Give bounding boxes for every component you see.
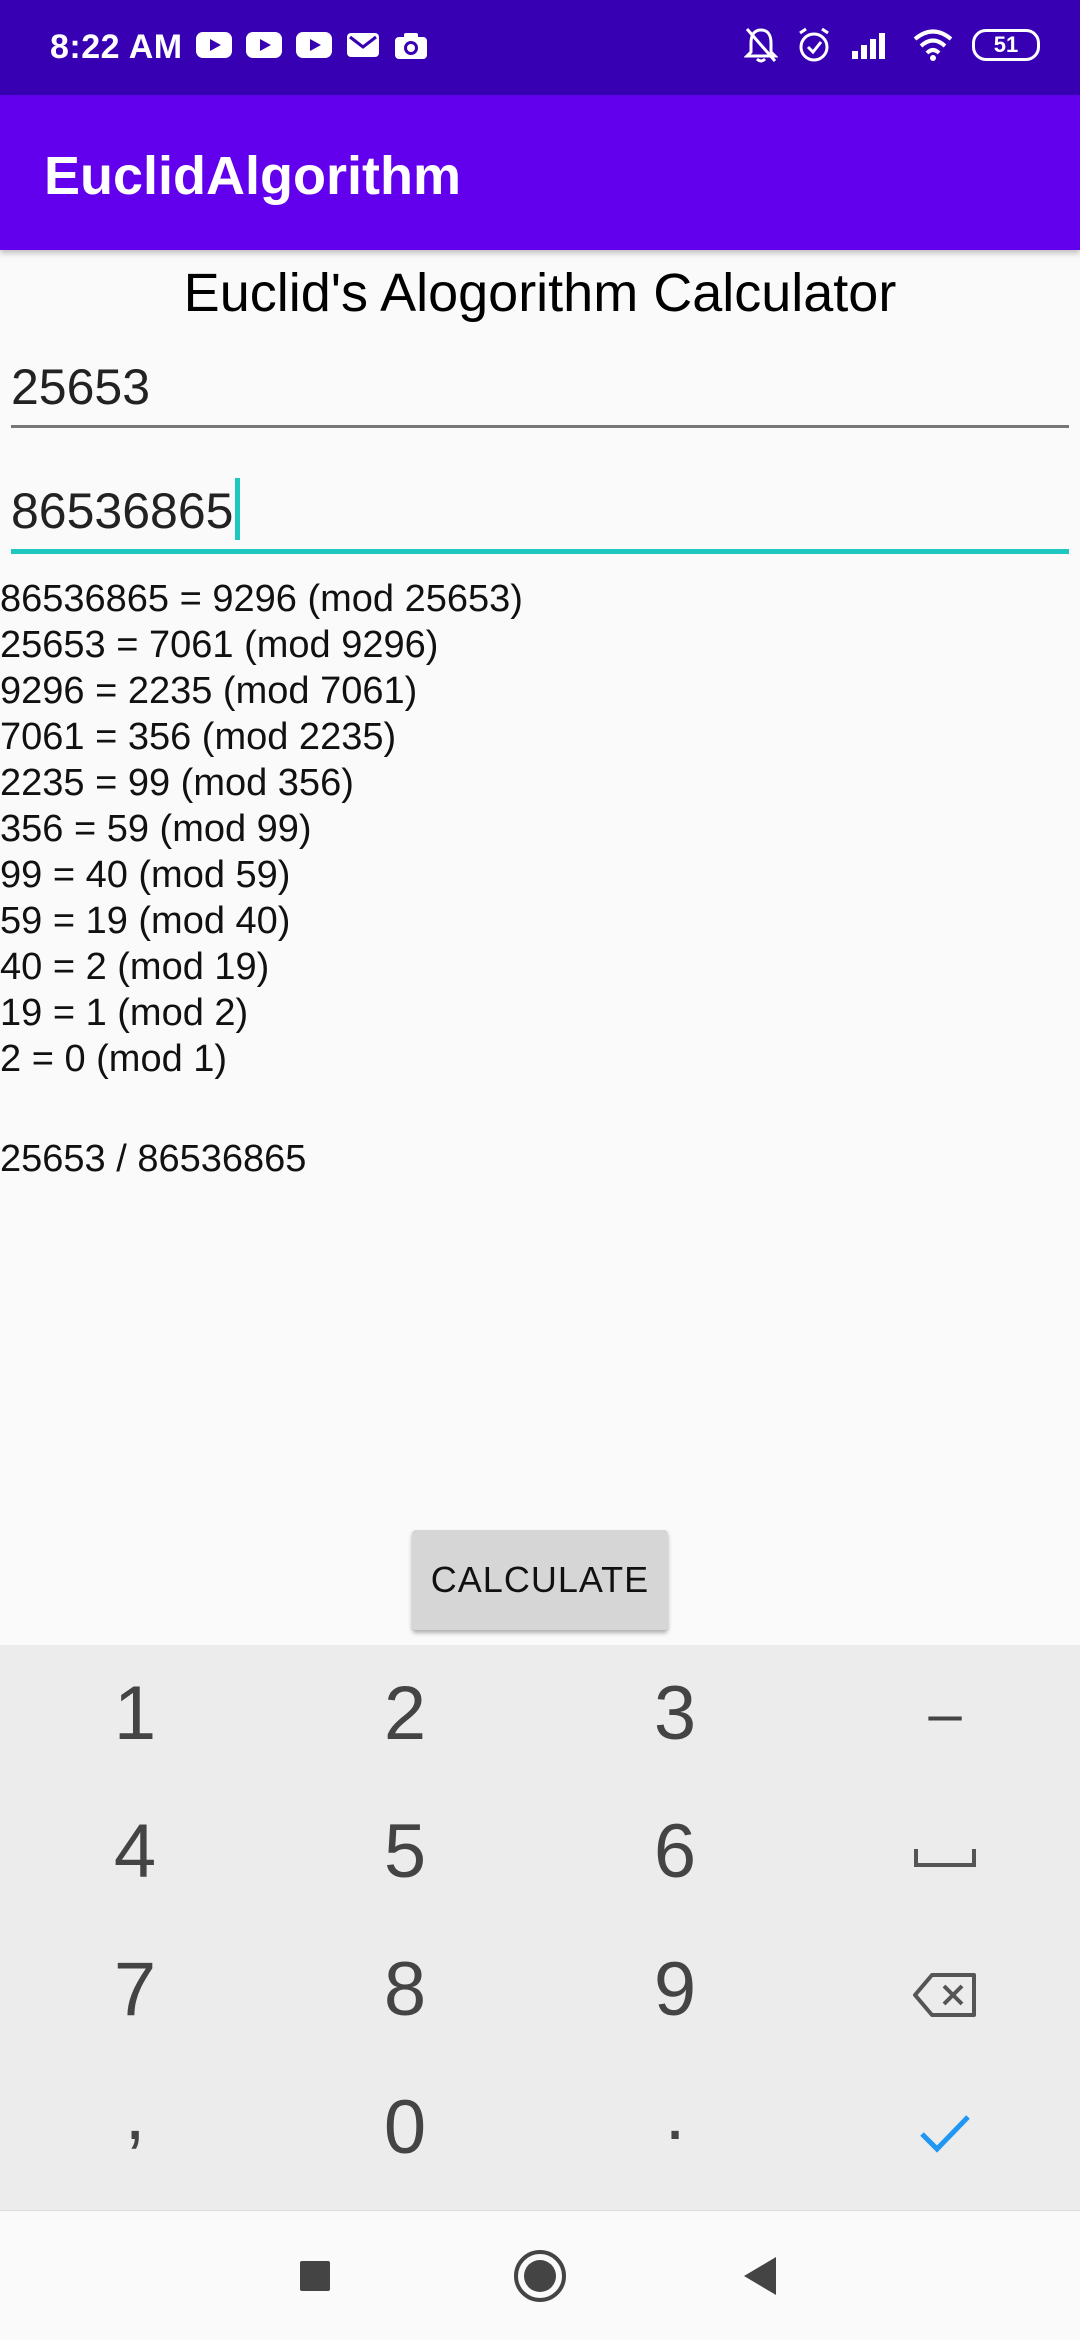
- status-bar: 8:22 AM 51: [0, 0, 1080, 95]
- youtube-icon: [196, 32, 232, 58]
- battery-icon: 51: [972, 29, 1040, 61]
- bell-off-icon: [744, 28, 778, 63]
- step-line: 99 = 40 (mod 59): [0, 854, 291, 896]
- status-time: 8:22 AM: [50, 28, 183, 66]
- app-bar: EuclidAlgorithm: [0, 95, 1080, 250]
- app-title: EuclidAlgorithm: [44, 146, 461, 206]
- steps-output: 86536865 = 9296 (mod 25653) 25653 = 7061…: [0, 576, 523, 1082]
- checkmark-icon: [920, 2115, 970, 2153]
- key-comma[interactable]: ,: [0, 2059, 270, 2197]
- step-line: 2235 = 99 (mod 356): [0, 762, 354, 804]
- step-line: 356 = 59 (mod 99): [0, 808, 312, 850]
- navigation-bar: [0, 2210, 1080, 2340]
- key-period[interactable]: .: [540, 2059, 810, 2197]
- step-line: 9296 = 2235 (mod 7061): [0, 670, 418, 712]
- wifi-icon: [913, 29, 953, 61]
- second-number-input[interactable]: 86536865: [11, 478, 1069, 554]
- backspace-icon: [913, 1972, 976, 2017]
- key-2[interactable]: 2: [270, 1645, 540, 1783]
- key-minus[interactable]: –: [810, 1645, 1080, 1783]
- step-line: 2 = 0 (mod 1): [0, 1038, 228, 1080]
- back-triangle-icon: [744, 2257, 776, 2295]
- key-backspace[interactable]: [810, 1921, 1080, 2059]
- key-4[interactable]: 4: [0, 1783, 270, 1921]
- alarm-icon: [799, 27, 829, 62]
- step-line: 25653 = 7061 (mod 9296): [0, 624, 439, 666]
- numeric-keyboard: 1 2 3 – 4 5 6 7 8 9 , 0 .: [0, 1645, 1080, 2210]
- calculate-button[interactable]: CALCULATE: [412, 1530, 668, 1630]
- notification-icons: [196, 32, 428, 60]
- step-line: 59 = 19 (mod 40): [0, 900, 291, 942]
- key-done[interactable]: [810, 2059, 1080, 2197]
- gmail-icon: [347, 33, 379, 57]
- key-5[interactable]: 5: [270, 1783, 540, 1921]
- system-icons: 51: [744, 26, 1040, 64]
- square-icon: [300, 2261, 330, 2291]
- step-line: 40 = 2 (mod 19): [0, 946, 270, 988]
- recents-button[interactable]: [280, 2241, 350, 2311]
- step-line: 7061 = 356 (mod 2235): [0, 716, 397, 758]
- space-icon: [914, 1848, 976, 1867]
- youtube-icon: [246, 32, 282, 58]
- youtube-icon: [296, 32, 332, 58]
- key-9[interactable]: 9: [540, 1921, 810, 2059]
- first-number-value: 25653: [11, 359, 151, 415]
- camera-icon: [395, 33, 427, 59]
- step-line: 19 = 1 (mod 2): [0, 992, 249, 1034]
- key-space[interactable]: [810, 1783, 1080, 1921]
- back-button[interactable]: [725, 2241, 795, 2311]
- home-button[interactable]: [505, 2241, 575, 2311]
- step-line: 86536865 = 9296 (mod 25653): [0, 578, 523, 620]
- key-6[interactable]: 6: [540, 1783, 810, 1921]
- second-number-value: 86536865: [11, 483, 234, 539]
- signal-icon: [852, 33, 885, 59]
- text-cursor: [235, 478, 241, 540]
- circle-icon: [514, 2250, 566, 2302]
- result-text: 25653 / 86536865: [0, 1138, 307, 1180]
- key-8[interactable]: 8: [270, 1921, 540, 2059]
- key-7[interactable]: 7: [0, 1921, 270, 2059]
- page-title: Euclid's Alogorithm Calculator: [183, 263, 897, 323]
- key-3[interactable]: 3: [540, 1645, 810, 1783]
- key-0[interactable]: 0: [270, 2059, 540, 2197]
- first-number-input[interactable]: 25653: [11, 358, 1069, 428]
- key-1[interactable]: 1: [0, 1645, 270, 1783]
